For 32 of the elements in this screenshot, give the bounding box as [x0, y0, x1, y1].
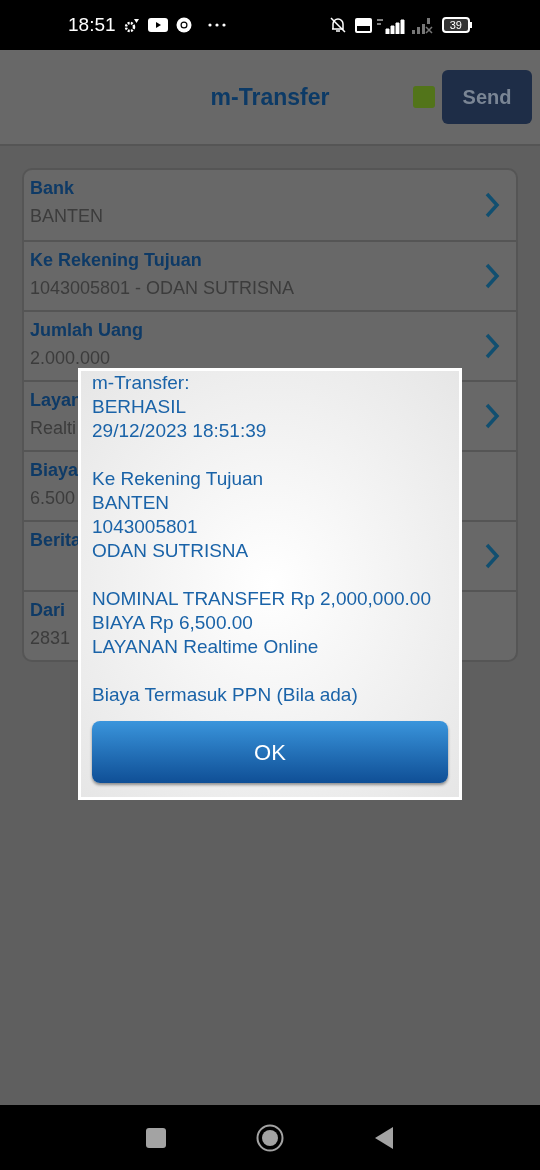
message-line: Biaya Termasuk PPN (Bila ada): [92, 683, 359, 707]
volte-icon: [354, 17, 372, 33]
screen-title: m-Transfer: [210, 82, 330, 112]
message-line: Ke Rekening Tujuan: [92, 467, 265, 491]
play-icon: [147, 18, 168, 32]
message-line: LAYANAN Realtime Online: [92, 635, 320, 659]
ok-button[interactable]: OK: [92, 721, 448, 783]
field-label: Ke Rekening Tujuan: [30, 249, 202, 272]
battery-icon: 39: [441, 17, 472, 33]
home-icon[interactable]: [256, 1123, 284, 1152]
muted-bell-icon: [328, 16, 347, 34]
field-label: Dari: [30, 599, 65, 622]
status-indicator-icon: [413, 86, 435, 108]
message-line: BIAYA Rp 6,500.00: [92, 611, 254, 635]
back-icon[interactable]: [374, 1125, 394, 1150]
settings-icon: [123, 17, 140, 33]
message-line: 1043005801: [92, 515, 199, 539]
field-label: Biaya: [30, 459, 79, 482]
status-time: 18:51: [68, 12, 116, 37]
recents-icon[interactable]: [146, 1127, 166, 1148]
signal-icon: [375, 16, 406, 34]
more-icon: [207, 23, 226, 27]
message-line: 29/12/2023 18:51:39: [92, 419, 268, 443]
field-label: Bank: [30, 177, 74, 200]
no-signal-icon: [409, 16, 434, 34]
message-line: BANTEN: [92, 491, 171, 515]
message-line: BERHASIL: [92, 395, 187, 419]
field-label: Jumlah Uang: [30, 319, 144, 342]
message-line: ODAN SUTRISNA: [92, 539, 250, 563]
send-button[interactable]: Send: [442, 70, 532, 124]
message-line: NOMINAL TRANSFER Rp 2,000,000.00: [92, 587, 432, 611]
browser-icon: [175, 17, 192, 33]
